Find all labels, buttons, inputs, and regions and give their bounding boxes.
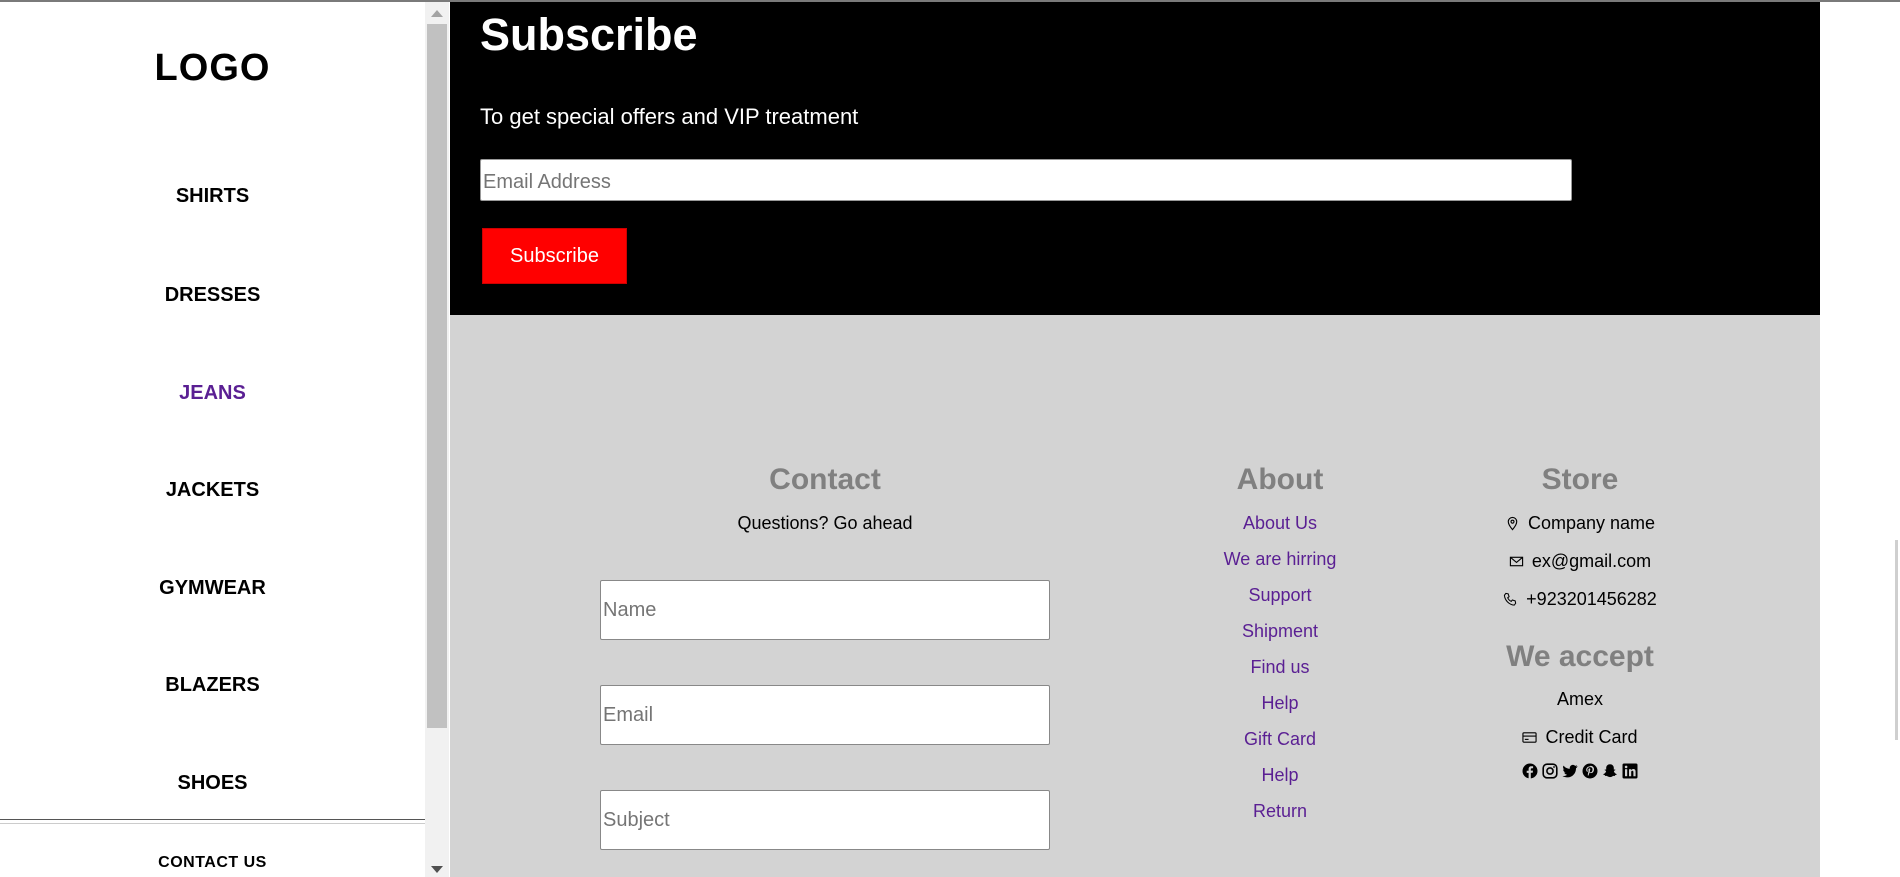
credit-card-icon (1522, 732, 1538, 743)
scroll-up-arrow-icon[interactable] (431, 10, 443, 17)
instagram-icon[interactable] (1542, 762, 1559, 779)
sidebar-divider (0, 823, 425, 824)
phone-icon (1504, 592, 1517, 606)
sidebar-item-jeans[interactable]: JEANS (0, 382, 425, 405)
snapchat-icon[interactable] (1602, 762, 1619, 779)
about-link-shipment[interactable]: Shipment (1160, 621, 1400, 642)
sidebar-item-contact-us[interactable]: CONTACT US (0, 854, 425, 872)
payment-credit-card-label: Credit Card (1545, 727, 1638, 747)
twitter-icon[interactable] (1562, 762, 1579, 779)
pinterest-icon[interactable] (1582, 762, 1599, 779)
subscribe-description: To get special offers and VIP treatment (480, 104, 859, 129)
subscribe-title: Subscribe (480, 9, 698, 60)
store-phone-text: +923201456282 (1526, 589, 1657, 609)
payment-amex-label: Amex (1556, 689, 1603, 709)
subscribe-button[interactable]: Subscribe (482, 228, 627, 284)
store-company-name: Company name (1527, 513, 1656, 533)
sidebar-item-shoes[interactable]: SHOES (0, 772, 425, 795)
store-company: Company name (1430, 513, 1730, 534)
sidebar: LOGO SHIRTS DRESSES JEANS JACKETS GYMWEA… (0, 2, 425, 877)
sidebar-item-dresses[interactable]: DRESSES (0, 284, 425, 307)
about-link-gift-card[interactable]: Gift Card (1160, 729, 1400, 750)
sidebar-item-shirts[interactable]: SHIRTS (0, 185, 425, 208)
about-link-find-us[interactable]: Find us (1160, 657, 1400, 678)
sidebar-item-gymwear[interactable]: GYMWEAR (0, 577, 425, 600)
sidebar-scrollbar-thumb[interactable] (427, 24, 447, 728)
logo[interactable]: LOGO (0, 47, 425, 90)
footer: Contact Questions? Go ahead About About … (450, 315, 1820, 877)
subscribe-section: Subscribe To get special offers and VIP … (450, 2, 1820, 315)
sidebar-item-blazers[interactable]: BLAZERS (0, 674, 425, 697)
contact-subtitle: Questions? Go ahead (737, 513, 913, 533)
about-title: About (1236, 463, 1324, 496)
scroll-down-arrow-icon[interactable] (431, 866, 443, 873)
payment-amex: Amex (1430, 689, 1730, 710)
about-link-hiring[interactable]: We are hirring (1160, 549, 1400, 570)
page-scrollbar[interactable] (1895, 540, 1898, 740)
payment-credit-card: Credit Card (1430, 727, 1730, 748)
about-link-about-us[interactable]: About Us (1160, 513, 1400, 534)
about-link-help-2[interactable]: Help (1160, 765, 1400, 786)
store-email: ex@gmail.com (1430, 551, 1730, 572)
contact-email-input[interactable] (600, 685, 1050, 745)
about-link-help[interactable]: Help (1160, 693, 1400, 714)
sidebar-item-jackets[interactable]: JACKETS (0, 479, 425, 502)
envelope-icon (1509, 556, 1523, 567)
sidebar-divider (0, 819, 425, 820)
facebook-icon[interactable] (1522, 762, 1539, 779)
store-title: Store (1541, 463, 1619, 496)
contact-subject-input[interactable] (600, 790, 1050, 850)
subscribe-email-input[interactable] (480, 159, 1572, 201)
contact-name-input[interactable] (600, 580, 1050, 640)
location-pin-icon (1507, 516, 1518, 531)
contact-title: Contact (769, 463, 881, 496)
social-icons (1430, 762, 1730, 779)
linkedin-icon[interactable] (1622, 762, 1639, 779)
we-accept-title: We accept (1506, 640, 1654, 673)
store-phone: +923201456282 (1430, 589, 1730, 610)
store-email-text: ex@gmail.com (1531, 551, 1652, 571)
about-link-return[interactable]: Return (1160, 801, 1400, 822)
about-link-support[interactable]: Support (1160, 585, 1400, 606)
